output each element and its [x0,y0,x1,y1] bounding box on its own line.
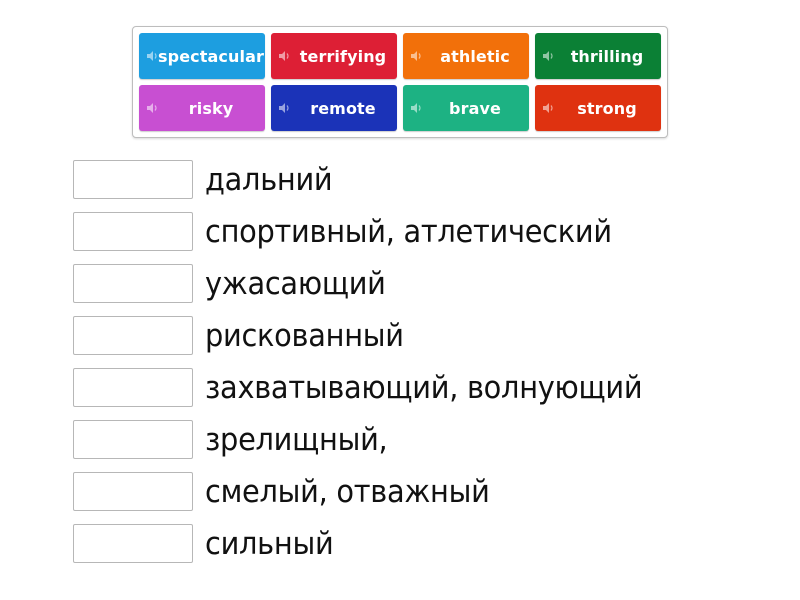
word-tile-panel: spectacular terrifying athletic thrillin… [132,26,668,138]
match-row: рискованный [73,316,419,355]
tile-athletic[interactable]: athletic [403,33,529,79]
tile-remote[interactable]: remote [271,85,397,131]
match-row: дальний [73,160,342,199]
tile-label: strong [577,98,637,118]
match-row: сильный [73,524,343,563]
tile-brave[interactable]: brave [403,85,529,131]
answer-drop-zone[interactable] [73,472,193,511]
answer-drop-zone[interactable] [73,368,193,407]
answer-drop-zone[interactable] [73,160,193,199]
definition-text: дальний [205,161,333,198]
match-row: смелый, отважный [73,472,511,511]
tile-terrifying[interactable]: terrifying [271,33,397,79]
tile-label: athletic [440,46,510,66]
match-row: спортивный, атлетический [73,212,642,251]
tile-risky[interactable]: risky [139,85,265,131]
tile-label: spectacular [158,46,264,66]
answer-drop-zone[interactable] [73,420,193,459]
tile-label: risky [188,98,234,118]
answer-drop-zone[interactable] [73,264,193,303]
tile-strong[interactable]: strong [535,85,661,131]
tile-label: brave [449,98,501,118]
definition-text: зрелищный, [205,421,388,458]
tile-label: remote [310,98,376,118]
tile-spectacular[interactable]: spectacular [139,33,265,79]
tile-label: thrilling [570,46,644,66]
match-row: захватывающий, волнующий [73,368,675,407]
match-row: зрелищный, [73,420,401,459]
tile-label: terrifying [299,46,387,66]
definition-text: рискованный [205,317,404,354]
definition-text: ужасающий [205,265,386,302]
definition-text: спортивный, атлетический [205,213,612,250]
definition-text: смелый, отважный [205,473,490,510]
answer-drop-zone[interactable] [73,212,193,251]
definition-text: захватывающий, волнующий [205,369,643,406]
answer-drop-zone[interactable] [73,524,193,563]
match-row: ужасающий [73,264,399,303]
definition-text: сильный [205,525,334,562]
answer-drop-zone[interactable] [73,316,193,355]
tile-thrilling[interactable]: thrilling [535,33,661,79]
